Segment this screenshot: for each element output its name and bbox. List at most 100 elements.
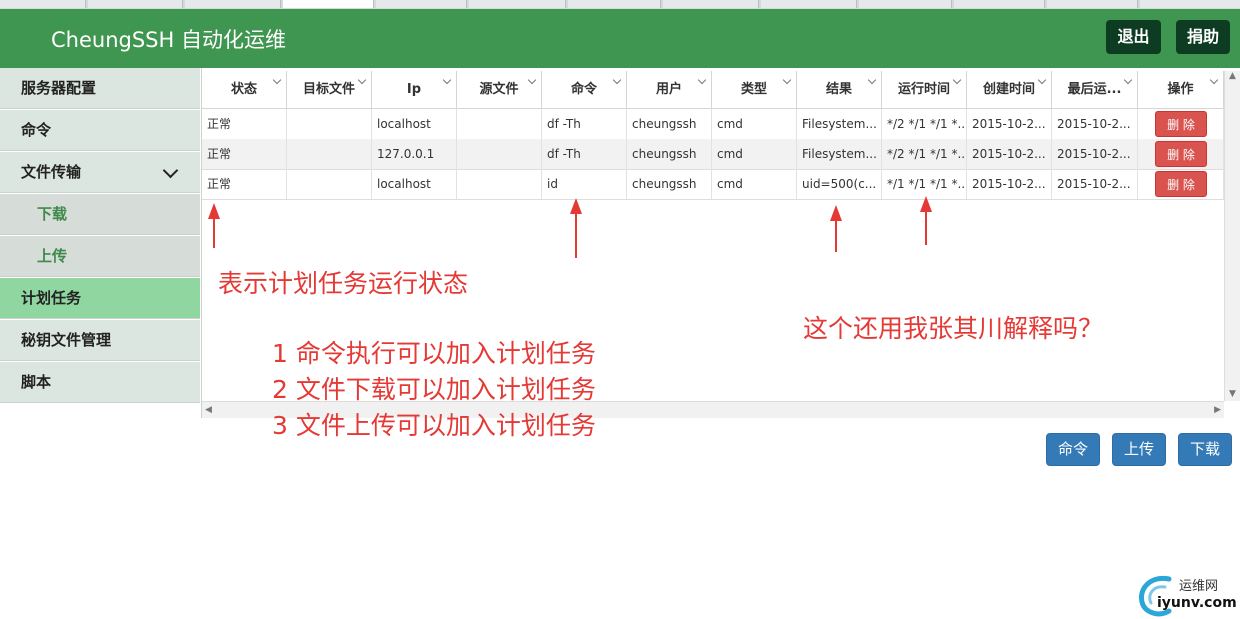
sidebar-item-download[interactable]: 下载 [0,194,200,235]
cell-run-time: */2 */1 */1 *... [882,139,967,169]
browser-tab[interactable] [88,0,183,8]
sidebar-item-label: 文件传输 [21,163,82,181]
sort-icon [782,75,792,85]
cell-last-run: 2015-10-2... [1052,109,1138,139]
browser-tab[interactable] [663,0,759,8]
watermark-name: 运维网 [1179,579,1219,594]
sidebar-item-file-transfer[interactable]: 文件传输 [0,152,200,193]
add-download-task-button[interactable]: 下载 [1178,433,1232,466]
browser-tab[interactable] [0,0,86,8]
vertical-scrollbar[interactable]: ▲ ▼ [1224,71,1240,401]
sort-icon [357,75,367,85]
browser-tab[interactable] [568,0,661,8]
app-title: CheungSSH 自动化运维 [51,28,286,52]
add-command-task-button[interactable]: 命令 [1046,433,1100,466]
cell-target-file [287,139,372,169]
logout-button[interactable]: 退出 [1106,20,1161,54]
sort-icon [272,75,282,85]
cell-last-run: 2015-10-2... [1052,139,1138,169]
browser-tab-active[interactable] [283,0,374,8]
cell-status: 正常 [202,139,287,169]
table-row[interactable]: 正常 127.0.0.1 df -Th cheungssh cmd Filesy… [202,139,1224,170]
sort-icon [527,75,537,85]
cell-command: df -Th [542,109,627,139]
cell-run-time: */2 */1 */1 *... [882,109,967,139]
column-header-type[interactable]: 类型 [712,71,797,108]
column-label: 状态 [230,82,257,97]
column-header-user[interactable]: 用户 [627,71,712,108]
sidebar-item-upload[interactable]: 上传 [0,236,200,277]
scroll-left-icon[interactable]: ◀ [205,405,212,415]
scroll-right-icon[interactable]: ▶ [1214,405,1221,415]
cell-type: cmd [712,169,797,199]
cell-source-file [457,109,542,139]
column-label: 操作 [1167,82,1194,97]
column-header-result[interactable]: 结果 [797,71,882,108]
column-label: 类型 [740,82,767,97]
browser-tab[interactable] [761,0,857,8]
browser-tab[interactable] [185,0,281,8]
cell-ip: 127.0.0.1 [372,139,457,169]
cell-target-file [287,109,372,139]
sort-icon [867,75,877,85]
column-header-run-time[interactable]: 运行时间 [882,71,967,108]
browser-tab[interactable] [954,0,1045,8]
column-label: 目标文件 [302,82,355,97]
column-header-source-file[interactable]: 源文件 [457,71,542,108]
sort-icon [1209,75,1219,85]
column-header-status[interactable]: 状态 [202,71,287,108]
cell-ip: localhost [372,169,457,199]
column-header-last-run[interactable]: 最后运... [1052,71,1138,108]
browser-tab[interactable] [1047,0,1138,8]
cell-run-time: */1 */1 */1 *... [882,169,967,199]
browser-tab[interactable] [469,0,566,8]
browser-tab[interactable] [859,0,952,8]
donate-button[interactable]: 捐助 [1176,20,1230,54]
cell-user: cheungssh [627,139,712,169]
table-row[interactable]: 正常 localhost df -Th cheungssh cmd Filesy… [202,109,1224,140]
column-header-actions[interactable]: 操作 [1138,71,1224,108]
column-header-ip[interactable]: Ip [372,71,457,108]
cell-created-time: 2015-10-2... [967,139,1052,169]
sidebar-item-scheduled-tasks[interactable]: 计划任务 [0,278,200,319]
browser-tab[interactable] [376,0,467,8]
annotation-list-item: 2 文件下载可以加入计划任务 [272,375,596,404]
annotation-list-item: 1 命令执行可以加入计划任务 [272,339,596,368]
cell-source-file [457,169,542,199]
column-header-created-time[interactable]: 创建时间 [967,71,1052,108]
table-header: 状态 目标文件 Ip 源文件 命令 用户 类型 结果 运行时间 创建时间 最后运… [202,71,1224,109]
cell-created-time: 2015-10-2... [967,109,1052,139]
column-header-target-file[interactable]: 目标文件 [287,71,372,108]
browser-tab-strip [0,0,1240,9]
cell-result: Filesystem... [797,109,882,139]
cell-command: id [542,169,627,199]
sort-icon [1123,75,1133,85]
sidebar-item-scripts[interactable]: 脚本 [0,362,200,403]
watermark-domain: iyunv.com [1157,595,1237,611]
sidebar-item-server-config[interactable]: 服务器配置 [0,68,200,109]
cell-status: 正常 [202,109,287,139]
column-label: 结果 [825,82,852,97]
sidebar-item-key-file-management[interactable]: 秘钥文件管理 [0,320,200,361]
table-row[interactable]: 正常 localhost id cheungssh cmd uid=500(c.… [202,169,1224,200]
annotation-question: 这个还用我张其川解释吗？ [803,314,1104,343]
scroll-down-icon[interactable]: ▼ [1229,389,1236,399]
delete-button[interactable]: 删 除 [1155,111,1207,137]
column-header-command[interactable]: 命令 [542,71,627,108]
annotation-list-item: 3 文件上传可以加入计划任务 [272,411,596,440]
cell-source-file [457,139,542,169]
sort-icon [612,75,622,85]
column-label: Ip [406,82,422,97]
cell-result: uid=500(c... [797,169,882,199]
delete-button[interactable]: 删 除 [1155,141,1207,167]
sidebar-item-command[interactable]: 命令 [0,110,200,151]
app-header: CheungSSH 自动化运维 退出 捐助 [0,9,1240,68]
delete-button[interactable]: 删 除 [1155,171,1207,197]
scroll-up-icon[interactable]: ▲ [1229,71,1236,81]
cell-type: cmd [712,109,797,139]
sort-icon [1037,75,1047,85]
add-upload-task-button[interactable]: 上传 [1112,433,1166,466]
sort-icon [697,75,707,85]
browser-tab[interactable] [1140,0,1240,8]
cell-last-run: 2015-10-2... [1052,169,1138,199]
